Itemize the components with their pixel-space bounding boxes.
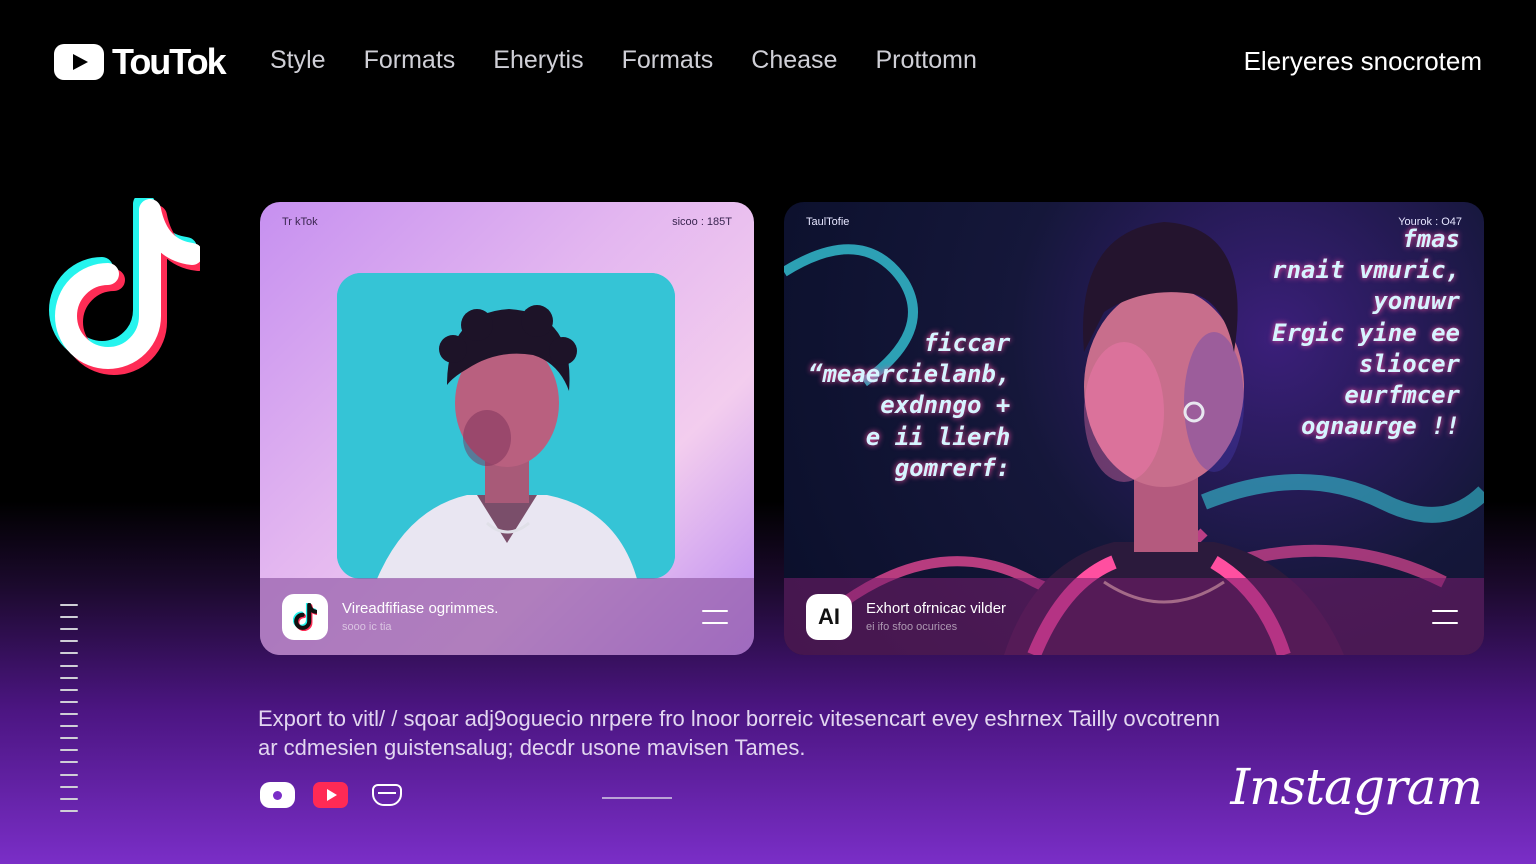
- rail-tick: [60, 809, 78, 812]
- rail-tick: [60, 664, 78, 667]
- overlay-line: eurfmcer: [1344, 380, 1460, 409]
- header-right-link[interactable]: Eleryeres snocrotem: [1244, 46, 1482, 77]
- video-card-right[interactable]: TaulTofie Yourok : O47 ficcar “meaerciel…: [784, 202, 1484, 655]
- tiktok-logo-icon: [49, 198, 200, 375]
- shield-icon[interactable]: [372, 784, 402, 806]
- nav-item-formats[interactable]: Formats: [364, 46, 456, 75]
- overlay-line: fmas: [1402, 225, 1460, 253]
- overlay-caption-right: fmas rnait vmuric, yonuwr Ergic yine ee …: [1272, 224, 1460, 442]
- rail-tick: [60, 640, 78, 643]
- rail-tick: [60, 785, 78, 788]
- card-subtitle: ei ifo sfoo ocurices: [866, 621, 958, 633]
- ai-badge-icon[interactable]: AI: [806, 593, 852, 640]
- overlay-line: sliocer: [1358, 349, 1460, 378]
- overlay-line: Ergic yine ee: [1272, 318, 1460, 347]
- nav-item-style[interactable]: Style: [270, 46, 326, 75]
- card-title: Vireadfifiase ogrimmes.: [342, 600, 499, 617]
- tiktok-badge-icon[interactable]: [282, 593, 328, 640]
- overlay-caption-left: ficcar “meaercielanb, exdnngo + e ii lie…: [808, 328, 1010, 484]
- portrait-thumbnail[interactable]: [337, 273, 675, 579]
- overlay-line: e ii lierh: [865, 422, 1011, 451]
- brand-name: TouTok: [112, 41, 227, 82]
- overlay-line: exdnngo +: [880, 391, 1011, 420]
- overlay-line: gomrerf:: [894, 453, 1011, 482]
- portrait-image: [337, 273, 675, 579]
- card-source-label: TaulTofie: [806, 216, 850, 228]
- description-text: Export to vitl/ / sqoar adj9oguecio nrpe…: [258, 704, 1358, 762]
- top-header: TouTok Style Formats Eherytis Formats Ch…: [0, 0, 1536, 124]
- rail-tick: [60, 749, 78, 752]
- nav-item-prottomn[interactable]: Prottomn: [875, 46, 976, 75]
- main-nav: Style Formats Eherytis Formats Chease Pr…: [270, 46, 1015, 75]
- card-footer: Vireadfifiase ogrimmes. sooo ic tia: [260, 578, 754, 655]
- rail-tick: [60, 688, 78, 691]
- nav-item-formats-2[interactable]: Formats: [622, 46, 714, 75]
- overlay-line: ficcar: [923, 329, 1011, 357]
- play-logo-icon: [54, 44, 104, 80]
- card-source-label: Tr kTok: [282, 216, 318, 228]
- card-caption: Vireadfifiase ogrimmes. sooo ic tia: [342, 600, 702, 633]
- chat-bubble-icon[interactable]: [260, 782, 295, 808]
- card-title: Exhort ofrnicac vilder: [866, 600, 1007, 617]
- platform-icons: [260, 782, 402, 808]
- rail-tick: [60, 616, 78, 619]
- rail-tick: [60, 737, 78, 740]
- brand-logo[interactable]: TouTok: [54, 41, 227, 83]
- card-subtitle: sooo ic tia: [342, 621, 392, 633]
- ai-badge-label: AI: [818, 603, 840, 629]
- menu-icon[interactable]: [1432, 609, 1458, 624]
- rail-tick: [60, 676, 78, 679]
- card-caption: Exhort ofrnicac vilder ei ifo sfoo ocuri…: [866, 600, 1432, 633]
- rail-tick: [60, 700, 78, 703]
- video-card-left[interactable]: Tr kTok sicoo : 185T Vireadfifiase ogrim…: [260, 202, 754, 655]
- card-footer: AI Exhort ofrnicac vilder ei ifo sfoo oc…: [784, 578, 1484, 655]
- overlay-line: “meaercielanb,: [808, 360, 1011, 389]
- rail-tick: [60, 628, 78, 631]
- nav-item-chease[interactable]: Chease: [751, 46, 837, 75]
- card-meta-label: sicoo : 185T: [672, 216, 732, 228]
- rail-tick: [60, 761, 78, 764]
- rail-tick: [60, 773, 78, 776]
- description-line: Export to vitl/ / sqoar adj9oguecio nrpe…: [258, 706, 1220, 731]
- description-line: ar cdmesien guistensalug; decdr usone ma…: [258, 735, 806, 760]
- vertical-scale-rail[interactable]: [60, 604, 78, 812]
- rail-tick: [60, 797, 78, 800]
- instagram-wordmark[interactable]: Instagram: [1230, 758, 1483, 816]
- card-topbar: Tr kTok sicoo : 185T: [282, 216, 732, 228]
- overlay-line: yonuwr: [1373, 287, 1460, 316]
- nav-item-eherytis[interactable]: Eherytis: [493, 46, 583, 75]
- rail-tick: [60, 604, 78, 606]
- overlay-line: rnait vmuric,: [1272, 256, 1460, 285]
- overlay-line: ognaurge !!: [1301, 412, 1460, 441]
- rail-tick: [60, 652, 78, 655]
- rail-tick: [60, 725, 78, 728]
- rail-tick: [60, 712, 78, 715]
- youtube-play-icon[interactable]: [313, 782, 348, 808]
- divider-line: [602, 797, 672, 799]
- menu-icon[interactable]: [702, 609, 728, 624]
